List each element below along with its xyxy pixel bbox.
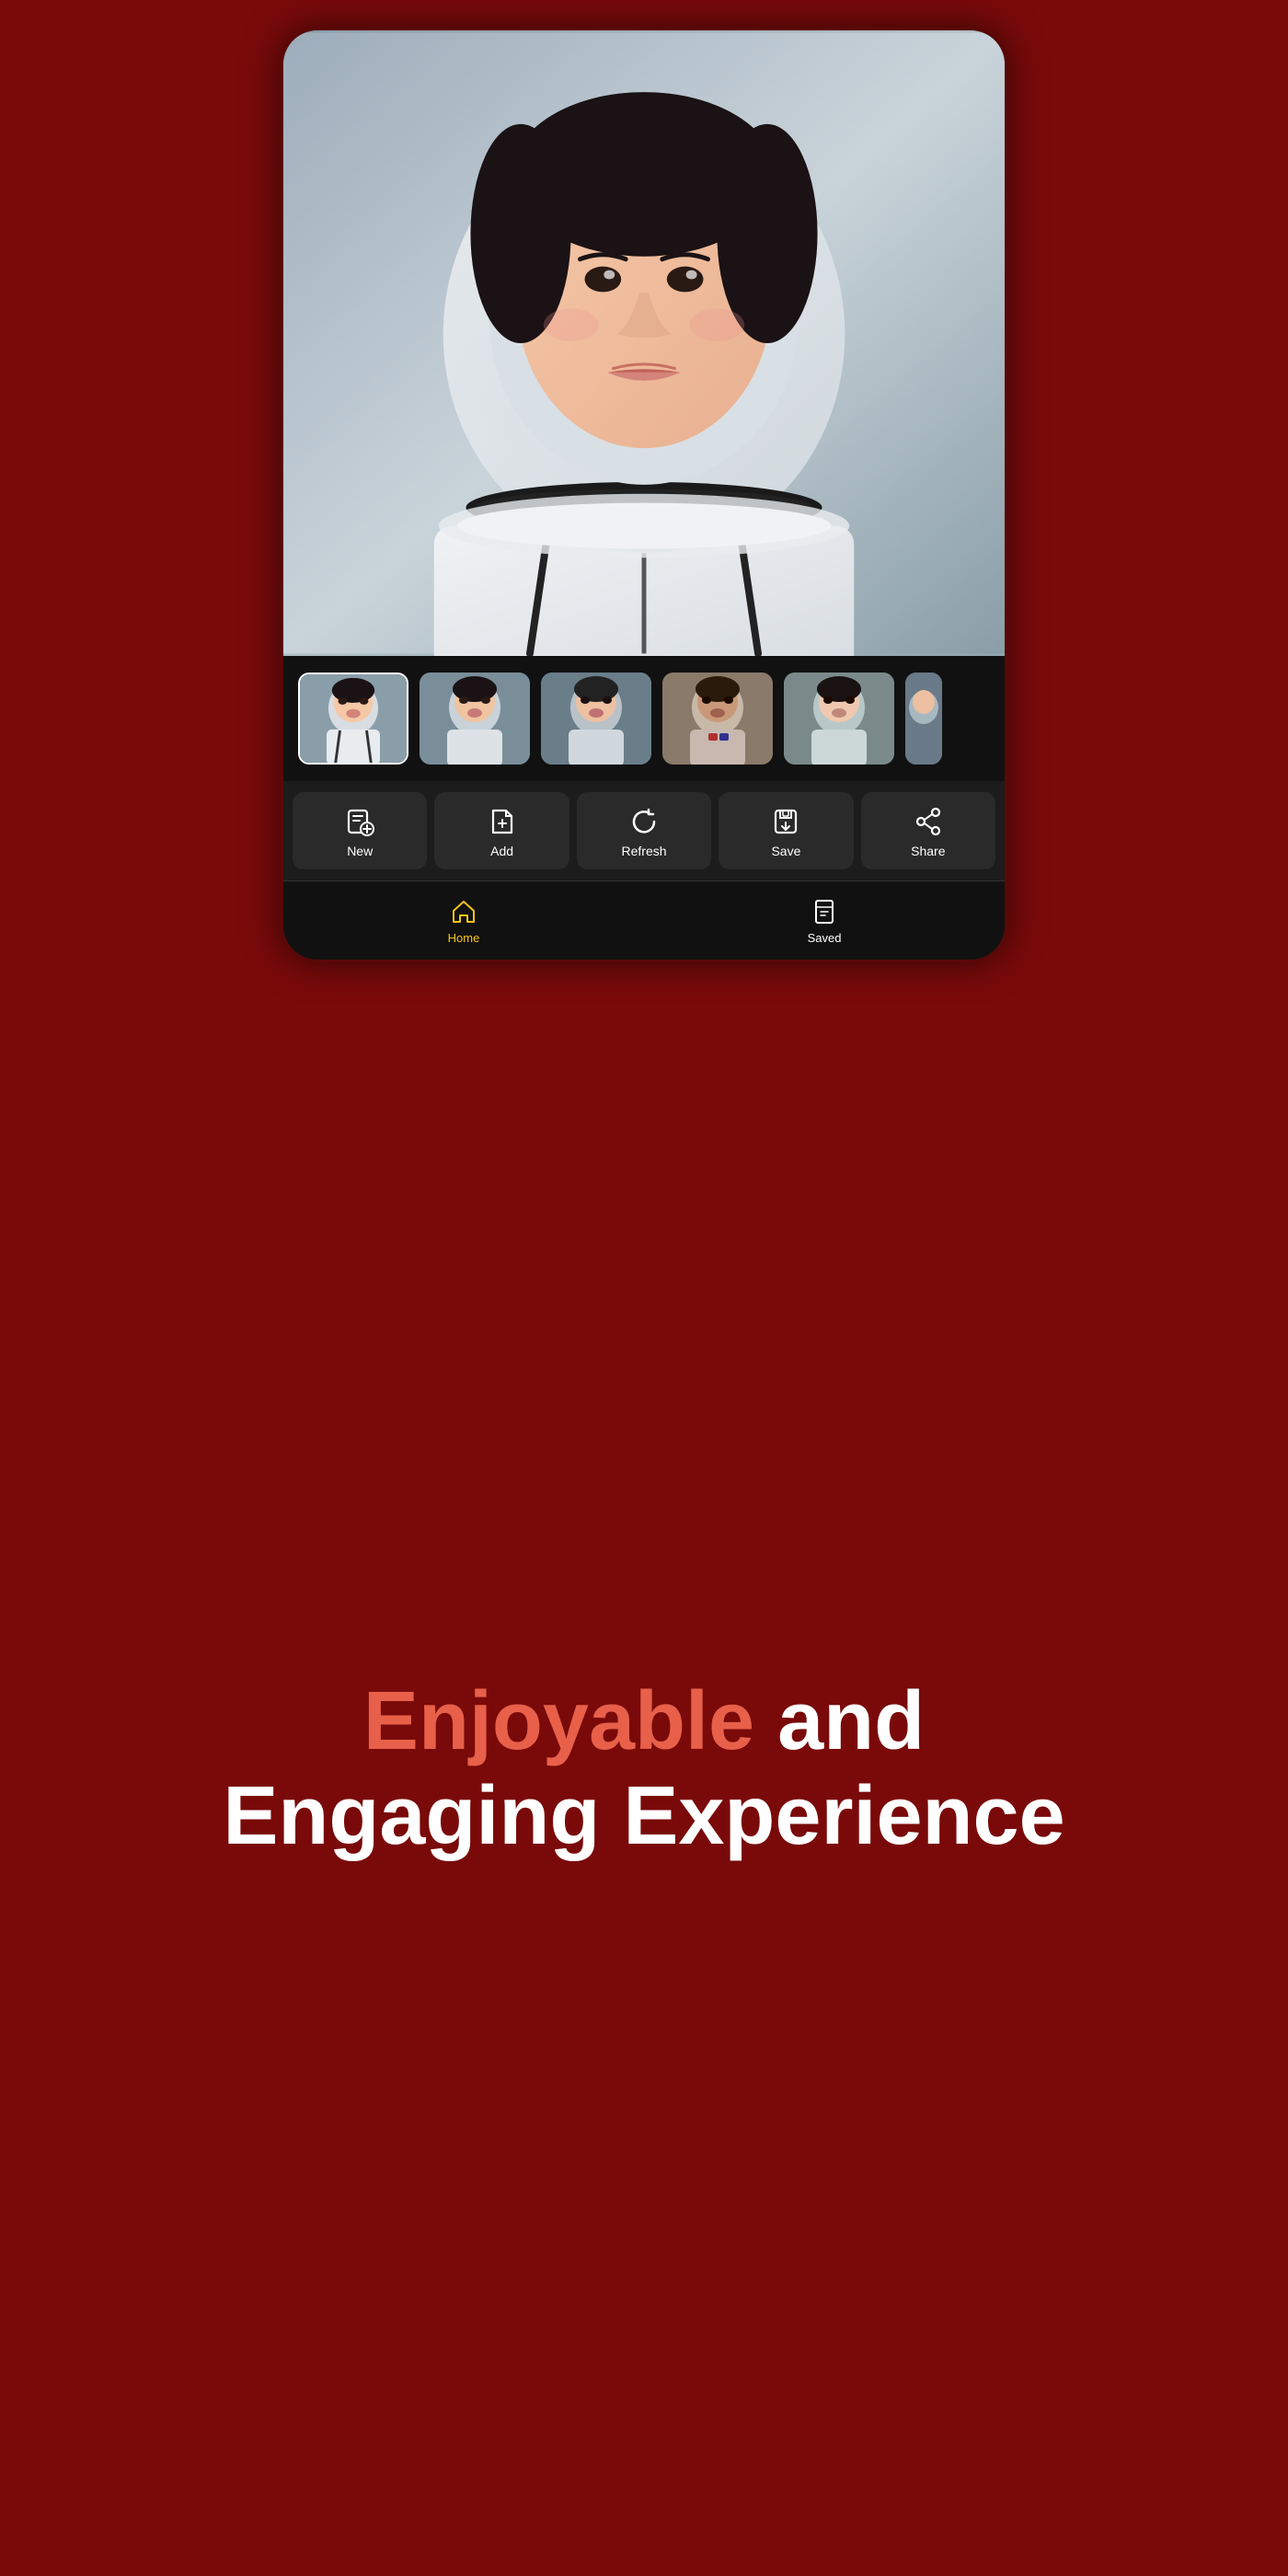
hero-line2: Engaging Experience (223, 1770, 1064, 1862)
bottom-nav: Home Saved (283, 880, 1005, 960)
thumbnail-1[interactable] (298, 673, 408, 765)
thumbnail-4[interactable] (662, 673, 773, 765)
nav-saved-label: Saved (808, 931, 842, 945)
hero-title: Enjoyable and Engaging Experience (223, 1674, 1064, 1865)
thumbnail-5[interactable] (784, 673, 894, 765)
new-label: New (347, 844, 373, 858)
nav-saved[interactable]: Saved (644, 881, 1005, 960)
thumbnail-3[interactable] (541, 673, 651, 765)
hero-section: Enjoyable and Engaging Experience (167, 962, 1120, 2576)
nav-home[interactable]: Home (283, 881, 644, 960)
refresh-label: Refresh (622, 844, 667, 858)
phone-mockup: New Add Refresh (281, 28, 1007, 962)
toolbar: New Add Refresh (283, 781, 1005, 880)
hero-highlight: Enjoyable (363, 1675, 754, 1767)
share-label: Share (911, 844, 945, 858)
save-button[interactable]: Save (719, 792, 853, 869)
new-button[interactable]: New (293, 792, 427, 869)
thumbnail-strip (283, 656, 1005, 781)
thumbnail-partial[interactable] (905, 673, 942, 765)
add-button[interactable]: Add (434, 792, 569, 869)
main-image-area (283, 30, 1005, 656)
refresh-button[interactable]: Refresh (577, 792, 711, 869)
share-button[interactable]: Share (861, 792, 995, 869)
thumbnail-2[interactable] (420, 673, 530, 765)
save-label: Save (771, 844, 800, 858)
add-label: Add (490, 844, 513, 858)
nav-home-label: Home (448, 931, 480, 945)
